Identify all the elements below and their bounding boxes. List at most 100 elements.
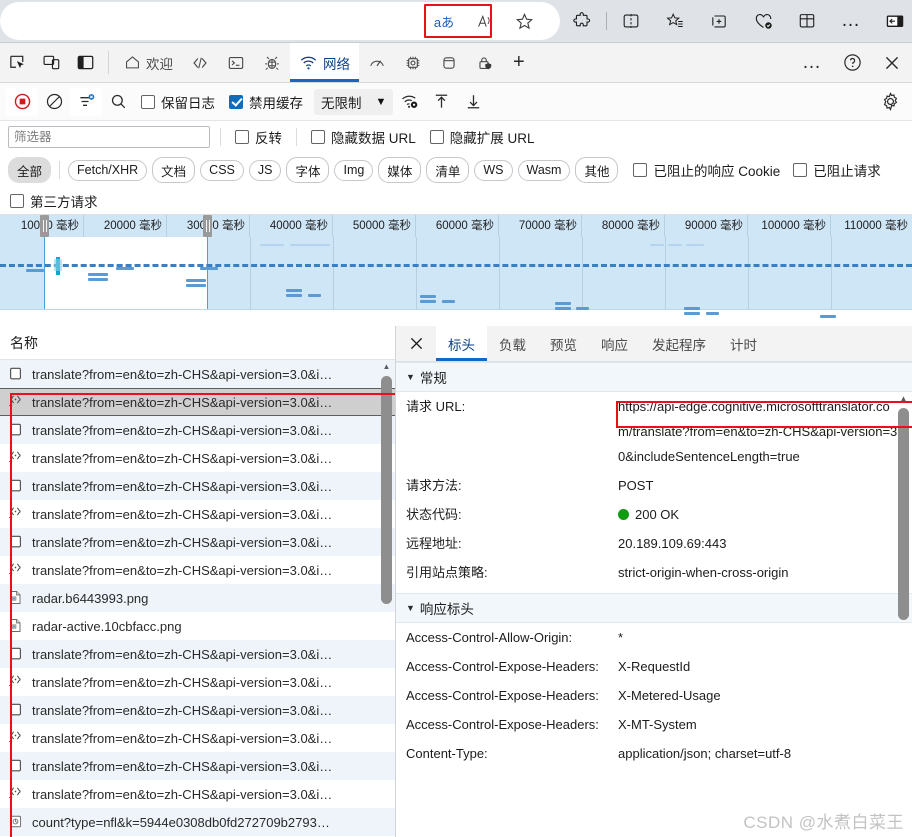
filter-pill-fetch-xhr[interactable]: Fetch/XHR <box>68 159 148 181</box>
clear-icon[interactable] <box>38 88 70 116</box>
table-row[interactable]: radar.b6443993.png <box>0 584 395 612</box>
request-list-header[interactable]: 名称 <box>0 326 395 360</box>
overview-body[interactable] <box>0 215 912 318</box>
tab-sources[interactable] <box>254 43 290 82</box>
devtools-more-icon[interactable]: … <box>792 53 832 72</box>
sidebar-toggle-icon[interactable] <box>873 4 912 38</box>
table-row[interactable]: translate?from=en&to=zh-CHS&api-version=… <box>0 528 395 556</box>
filter-pill-manifest[interactable]: 清单 <box>426 157 470 183</box>
export-har-icon[interactable] <box>457 88 489 116</box>
filter-pill-img[interactable]: Img <box>334 159 374 181</box>
network-conditions-icon[interactable] <box>393 88 425 116</box>
table-row[interactable]: translate?from=en&to=zh-CHS&api-version=… <box>0 780 395 808</box>
detail-close-icon[interactable] <box>396 326 436 361</box>
extensions-icon[interactable] <box>560 4 604 38</box>
detail-scrollbar[interactable]: ▲ <box>897 392 910 837</box>
settings-gear-icon[interactable] <box>874 88 906 116</box>
scroll-up-arrow-icon[interactable]: ▲ <box>380 360 393 373</box>
hide-extension-urls-checkbox[interactable]: 隐藏扩展 URL <box>429 127 535 147</box>
overview-selection-window[interactable] <box>44 237 207 309</box>
chevron-down-icon[interactable]: ▼ <box>376 96 387 108</box>
overview-grip-right[interactable] <box>203 215 212 237</box>
favorite-star-icon[interactable] <box>504 5 544 37</box>
tab-network[interactable]: 网络 <box>290 43 359 82</box>
tab-security[interactable] <box>467 43 503 82</box>
import-har-icon[interactable] <box>425 88 457 116</box>
filter-pill-css[interactable]: CSS <box>200 159 244 181</box>
section-response-headers[interactable]: ▼ 响应标头 <box>396 593 912 623</box>
section-general[interactable]: ▼ 常规 <box>396 362 912 392</box>
scrollbar-thumb[interactable] <box>381 376 392 604</box>
table-row[interactable]: translate?from=en&to=zh-CHS&api-version=… <box>0 360 395 388</box>
detail-tab-initiator[interactable]: 发起程序 <box>640 326 718 361</box>
filter-pill-other[interactable]: 其他 <box>575 157 619 183</box>
invert-checkbox[interactable]: 反转 <box>235 127 282 147</box>
request-rows[interactable]: translate?from=en&to=zh-CHS&api-version=… <box>0 360 395 837</box>
filter-input[interactable] <box>8 126 210 148</box>
detail-tab-preview[interactable]: 预览 <box>538 326 589 361</box>
devtools-close-icon[interactable] <box>872 53 912 73</box>
table-row[interactable]: radar-active.10cbfacc.png <box>0 612 395 640</box>
filter-off-icon[interactable] <box>70 87 102 116</box>
third-party-checkbox[interactable]: 第三方请求 <box>10 191 98 211</box>
filter-pill-media[interactable]: 媒体 <box>378 157 422 183</box>
device-toolbar-icon[interactable] <box>34 43 68 82</box>
hide-data-urls-box[interactable] <box>311 130 325 144</box>
disable-cache-checkbox[interactable]: 禁用缓存 <box>229 92 303 112</box>
detail-value-request-url[interactable]: https://api-edge.cognitive.microsofttran… <box>618 394 902 469</box>
table-row[interactable]: translate?from=en&to=zh-CHS&api-version=… <box>0 696 395 724</box>
table-row[interactable]: translate?from=en&to=zh-CHS&api-version=… <box>0 416 395 444</box>
table-row[interactable]: translate?from=en&to=zh-CHS&api-version=… <box>0 388 395 416</box>
search-icon[interactable] <box>102 88 134 116</box>
dock-side-icon[interactable] <box>68 43 102 82</box>
table-row[interactable]: translate?from=en&to=zh-CHS&api-version=… <box>0 668 395 696</box>
devtools-help-icon[interactable] <box>832 52 872 73</box>
blocked-cookies-checkbox[interactable]: 已阻止的响应 Cookie <box>633 160 780 180</box>
inspect-element-icon[interactable] <box>0 43 34 82</box>
table-row[interactable]: translate?from=en&to=zh-CHS&api-version=… <box>0 472 395 500</box>
filter-pill-all[interactable]: 全部 <box>8 157 52 183</box>
preserve-log-checkbox[interactable]: 保留日志 <box>141 92 215 112</box>
translate-icon[interactable]: aあ <box>424 5 464 37</box>
invert-box[interactable] <box>235 130 249 144</box>
table-row[interactable]: translate?from=en&to=zh-CHS&api-version=… <box>0 500 395 528</box>
blocked-cookies-box[interactable] <box>633 163 648 177</box>
record-stop-icon[interactable] <box>6 87 38 116</box>
third-party-box[interactable] <box>10 193 24 208</box>
split-screen-icon[interactable] <box>609 4 653 38</box>
disable-cache-box[interactable] <box>229 94 243 109</box>
chevron-down-icon[interactable]: ▼ <box>406 372 415 382</box>
detail-tab-headers[interactable]: 标头 <box>436 326 487 361</box>
browser-essentials-icon[interactable] <box>741 4 785 38</box>
table-row[interactable]: translate?from=en&to=zh-CHS&api-version=… <box>0 556 395 584</box>
filter-pill-js[interactable]: JS <box>248 159 282 181</box>
tab-elements[interactable] <box>182 43 218 82</box>
scrollbar-thumb[interactable] <box>898 408 909 620</box>
table-row[interactable]: translate?from=en&to=zh-CHS&api-version=… <box>0 640 395 668</box>
settings-more-icon[interactable]: … <box>829 4 873 38</box>
collections-icon[interactable] <box>697 4 741 38</box>
filter-pill-font[interactable]: 字体 <box>286 157 330 183</box>
app-launcher-icon[interactable] <box>785 4 829 38</box>
detail-tab-response[interactable]: 响应 <box>589 326 640 361</box>
table-row[interactable]: count?type=nfl&k=5944e0308db0fd272709b27… <box>0 808 395 836</box>
tab-welcome[interactable]: 欢迎 <box>115 43 182 82</box>
tab-application[interactable] <box>431 43 467 82</box>
tab-more-tools[interactable]: + <box>503 43 535 82</box>
request-list-scrollbar[interactable]: ▲ <box>380 360 393 837</box>
filter-pill-wasm[interactable]: Wasm <box>517 159 571 181</box>
detail-tab-timing[interactable]: 计时 <box>718 326 769 361</box>
blocked-requests-checkbox[interactable]: 已阻止请求 <box>793 160 881 180</box>
table-row[interactable]: translate?from=en&to=zh-CHS&api-version=… <box>0 752 395 780</box>
read-aloud-icon[interactable] <box>464 5 504 37</box>
scroll-up-arrow-icon[interactable]: ▲ <box>897 392 910 405</box>
blocked-requests-box[interactable] <box>793 163 808 177</box>
table-row[interactable]: translate?from=en&to=zh-CHS&api-version=… <box>0 444 395 472</box>
table-row[interactable]: translate?from=en&to=zh-CHS&api-version=… <box>0 724 395 752</box>
hide-data-urls-checkbox[interactable]: 隐藏数据 URL <box>311 127 416 147</box>
filter-pill-ws[interactable]: WS <box>474 159 513 181</box>
tab-performance[interactable] <box>359 43 395 82</box>
favorites-list-icon[interactable] <box>653 4 697 38</box>
network-overview-timeline[interactable]: 10000 毫秒 20000 毫秒 30000 毫秒 40000 毫秒 5000… <box>0 215 912 318</box>
hide-extension-urls-box[interactable] <box>429 130 444 144</box>
